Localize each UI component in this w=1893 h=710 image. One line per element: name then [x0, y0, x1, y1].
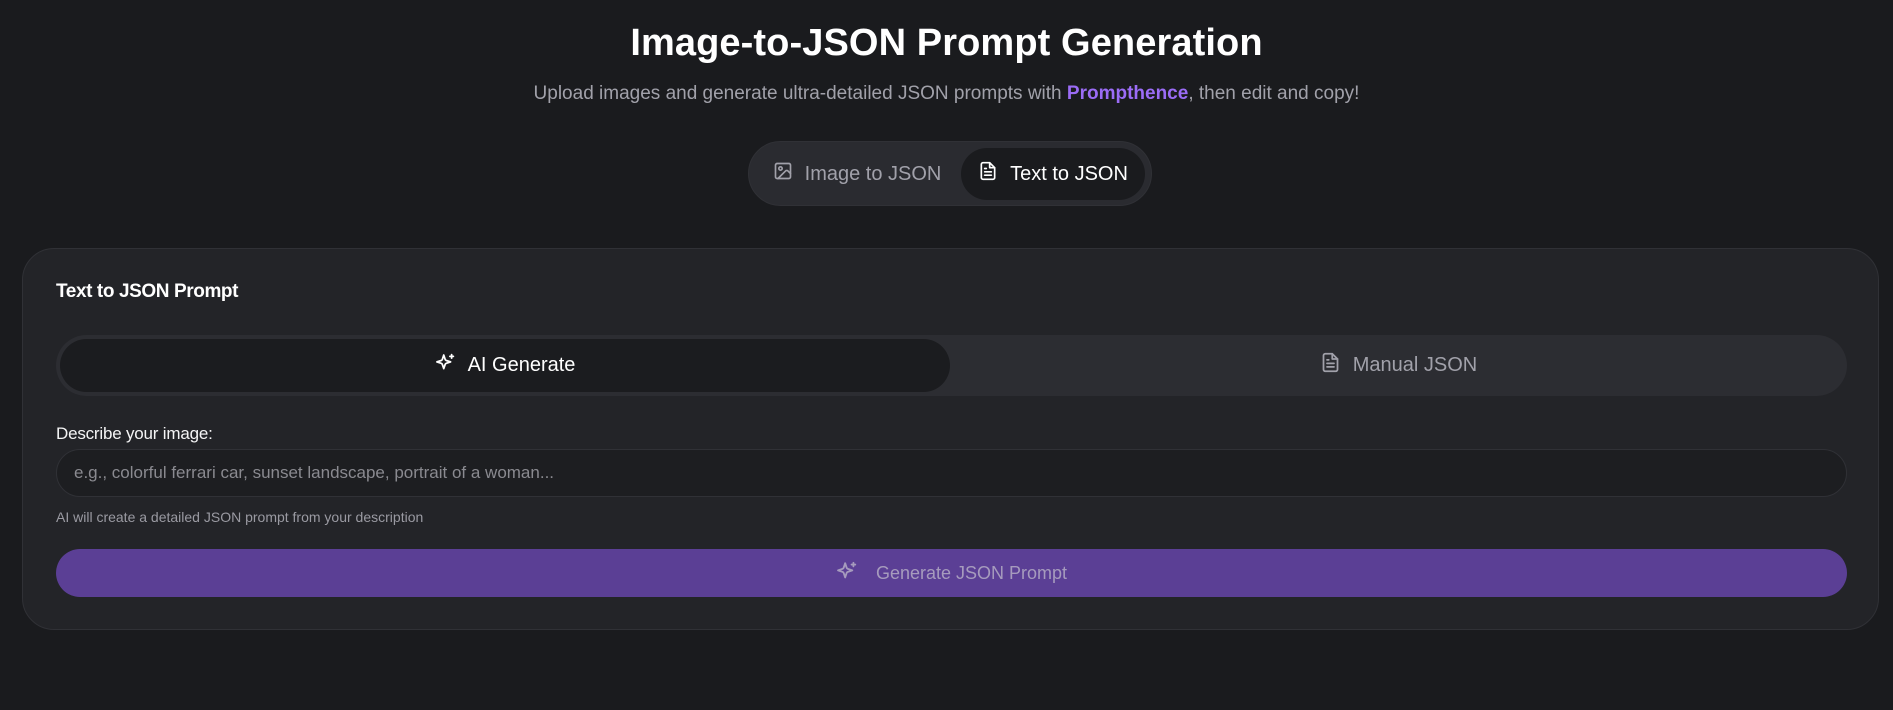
tab-ai-generate[interactable]: AI Generate: [60, 339, 950, 392]
tab-text-to-json[interactable]: Text to JSON: [961, 148, 1145, 200]
description-hint: AI will create a detailed JSON prompt fr…: [56, 509, 424, 525]
text-to-json-card: Text to JSON Prompt AI Generate Manual J…: [22, 248, 1879, 630]
tab-manual-json[interactable]: Manual JSON: [954, 339, 1843, 392]
page: Image-to-JSON Prompt Generation Upload i…: [0, 0, 1893, 710]
tab-image-to-json-label: Image to JSON: [804, 162, 942, 185]
page-subtitle: Upload images and generate ultra-detaile…: [0, 83, 1893, 105]
tab-text-to-json-label: Text to JSON: [1010, 162, 1128, 185]
tab-manual-json-label: Manual JSON: [1352, 354, 1478, 376]
file-text-icon: [1320, 352, 1341, 379]
file-text-icon: [978, 161, 998, 187]
image-icon: [773, 161, 793, 187]
card-title: Text to JSON Prompt: [56, 281, 239, 302]
description-input[interactable]: [56, 449, 1847, 497]
generation-mode-tabs: AI Generate Manual JSON: [56, 335, 1847, 396]
sparkles-icon: [836, 560, 858, 587]
brand-name: Prompthence: [1066, 83, 1189, 104]
sparkles-icon: [435, 352, 456, 379]
generate-json-prompt-button[interactable]: Generate JSON Prompt: [56, 549, 1847, 597]
tab-image-to-json[interactable]: Image to JSON: [757, 148, 957, 200]
subtitle-text-start: Upload images and generate ultra-detaile…: [533, 83, 1067, 104]
tab-ai-generate-label: AI Generate: [467, 354, 576, 376]
description-label: Describe your image:: [56, 424, 213, 443]
generate-button-label: Generate JSON Prompt: [875, 562, 1068, 583]
subtitle-text-end: , then edit and copy!: [1188, 83, 1360, 104]
mode-toggle: Image to JSON Text to JSON: [748, 141, 1152, 206]
page-title: Image-to-JSON Prompt Generation: [630, 22, 1263, 64]
